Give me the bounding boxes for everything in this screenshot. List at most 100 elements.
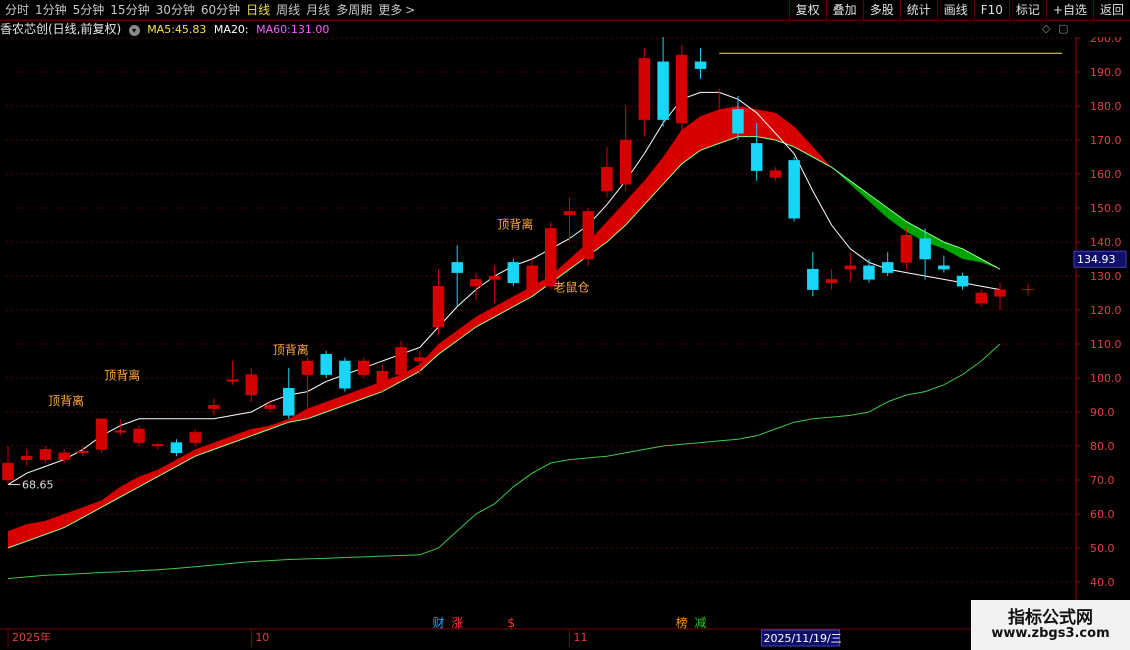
candle-body-18 xyxy=(339,360,351,389)
ma5-label: MA5: xyxy=(147,23,175,36)
price-tick-label-0: 40.0 xyxy=(1090,576,1115,589)
candle-body-20 xyxy=(376,370,389,389)
candle-body-34 xyxy=(638,58,651,120)
watermark-title: 指标公式网 xyxy=(1008,608,1093,628)
chevron-right-icon[interactable]: > xyxy=(405,0,415,20)
candle-body-3 xyxy=(58,452,70,460)
period-tab-0[interactable]: 分时 xyxy=(2,0,32,20)
low-price-label: 68.65 xyxy=(22,479,54,492)
indicator-info-bar: 香农芯创(日线,前复权) ▾ MA5:45.83 MA20: MA60:131.… xyxy=(0,21,1076,37)
period-tab-7[interactable]: 周线 xyxy=(273,0,303,20)
candle-body-26 xyxy=(488,275,501,280)
signal-label-3: 顶背离 xyxy=(497,216,533,231)
period-tab-9[interactable]: 多周期 xyxy=(333,0,375,20)
candle-body-31 xyxy=(582,211,594,260)
period-tab-3[interactable]: 15分钟 xyxy=(107,0,152,20)
price-tick-label-6: 100.0 xyxy=(1090,372,1122,385)
diamond-icon[interactable]: ◇ xyxy=(1042,21,1050,37)
price-tick-label-14: 180.0 xyxy=(1090,100,1122,113)
toolbar-button-8[interactable]: 返回 xyxy=(1092,0,1130,20)
candle-body-32 xyxy=(601,166,613,192)
ma60-value: 131.00 xyxy=(290,23,330,36)
ma5-value: 45.83 xyxy=(174,23,207,36)
stock-name[interactable]: 香农芯创(日线,前复权) xyxy=(0,22,121,36)
period-tab-10[interactable]: 更多 xyxy=(375,0,405,20)
toolbar-buttons: 复权 叠加 多股 统计 画线 F10 标记 +自选 返回 xyxy=(788,0,1130,20)
price-tick-label-16: 200.0 xyxy=(1090,37,1122,45)
candle-body-10 xyxy=(189,432,201,443)
period-toolbar: 分时 1分钟 5分钟 15分钟 30分钟 60分钟 日线 周线 月线 多周期 更多 > 复权 叠加 多股统… xyxy=(0,0,1130,21)
candle-body-43 xyxy=(807,268,819,290)
event-tag-0: 财 xyxy=(432,616,444,630)
period-tab-6[interactable]: 日线 xyxy=(243,0,273,20)
current-price-label: 134.93 xyxy=(1077,253,1116,266)
toolbar-button-4[interactable]: 画线 xyxy=(936,0,974,20)
high-price-label: 204.57 xyxy=(677,37,716,38)
period-tab-4[interactable]: 30分钟 xyxy=(153,0,198,20)
period-tabs: 分时 1分钟 5分钟 15分钟 30分钟 60分钟 日线 周线 月线 多周期 更多 > xyxy=(2,0,415,20)
toolbar-button-0[interactable]: 复权 xyxy=(788,0,826,20)
candle-body-52 xyxy=(975,292,988,304)
signal-label-4: 老鼠仓 xyxy=(554,280,590,294)
candle-body-15 xyxy=(283,387,295,416)
price-tick-label-10: 140.0 xyxy=(1090,236,1122,249)
toolbar-button-2[interactable]: 多股 xyxy=(862,0,900,20)
candle-body-13 xyxy=(245,374,258,396)
candle-body-41 xyxy=(769,170,782,178)
period-tab-5[interactable]: 60分钟 xyxy=(198,0,243,20)
candle-body-24 xyxy=(451,262,463,273)
candle-body-30 xyxy=(563,211,576,216)
candle-body-1 xyxy=(20,455,33,460)
price-tick-label-12: 160.0 xyxy=(1090,168,1122,181)
toolbar-button-7[interactable]: +自选 xyxy=(1045,0,1093,20)
price-tick-label-13: 170.0 xyxy=(1090,134,1122,147)
candle-body-37 xyxy=(694,61,707,69)
candle-body-36 xyxy=(676,54,688,124)
candle-body-48 xyxy=(900,234,913,263)
candle-body-51 xyxy=(956,275,969,287)
price-chart[interactable]: 顶背离顶背离顶背离顶背离老鼠仓顶背离204.5768.65 40.050.060… xyxy=(0,37,1130,650)
candle-body-29 xyxy=(545,228,557,287)
candle-body-33 xyxy=(619,139,632,185)
candle-body-2 xyxy=(39,449,52,460)
candle-body-47 xyxy=(881,262,894,273)
toolbar-button-1[interactable]: 叠加 xyxy=(825,0,863,20)
price-tick-label-1: 50.0 xyxy=(1090,542,1115,555)
candle-body-38 xyxy=(713,115,725,124)
price-tick-label-5: 90.0 xyxy=(1090,406,1115,419)
candle-body-19 xyxy=(357,360,370,375)
event-tag-2: $ xyxy=(507,616,515,630)
candle-body-22 xyxy=(414,357,426,362)
toolbar-button-5[interactable]: F10 xyxy=(973,0,1009,20)
candle-body-23 xyxy=(432,285,445,328)
ma60-label: MA60: xyxy=(256,23,291,36)
candle-body-39 xyxy=(732,109,744,134)
period-tab-1[interactable]: 1分钟 xyxy=(32,0,70,20)
candle-body-46 xyxy=(863,265,875,280)
candle-body-27 xyxy=(507,262,520,284)
period-tab-8[interactable]: 月线 xyxy=(303,0,333,20)
candle-body-35 xyxy=(657,61,669,120)
window-restore-icon[interactable]: ▢ xyxy=(1058,21,1068,37)
price-tick-label-3: 70.0 xyxy=(1090,474,1115,487)
candle-body-16 xyxy=(301,360,314,375)
date-label-1: 10 xyxy=(255,631,269,644)
toolbar-button-6[interactable]: 标记 xyxy=(1008,0,1046,20)
event-tag-3: 榜 xyxy=(676,615,688,630)
period-tab-2[interactable]: 5分钟 xyxy=(70,0,108,20)
candle-body-53 xyxy=(994,289,1006,297)
price-tick-label-4: 80.0 xyxy=(1090,440,1115,453)
price-tick-label-8: 120.0 xyxy=(1090,304,1122,317)
candle-body-4 xyxy=(77,450,89,454)
price-tick-label-2: 60.0 xyxy=(1090,508,1115,521)
price-tick-label-15: 190.0 xyxy=(1090,66,1122,79)
candle-body-17 xyxy=(320,353,332,375)
candle-body-14 xyxy=(264,404,276,409)
event-tag-1: 涨 xyxy=(451,615,463,630)
date-label-0: 2025年 xyxy=(12,630,51,644)
toolbar-button-3[interactable]: 统计 xyxy=(899,0,937,20)
candle-body-21 xyxy=(395,347,407,375)
signal-label-0: 顶背离 xyxy=(48,393,84,408)
chevron-down-icon[interactable]: ▾ xyxy=(128,24,140,36)
price-tick-label-7: 110.0 xyxy=(1090,338,1122,351)
